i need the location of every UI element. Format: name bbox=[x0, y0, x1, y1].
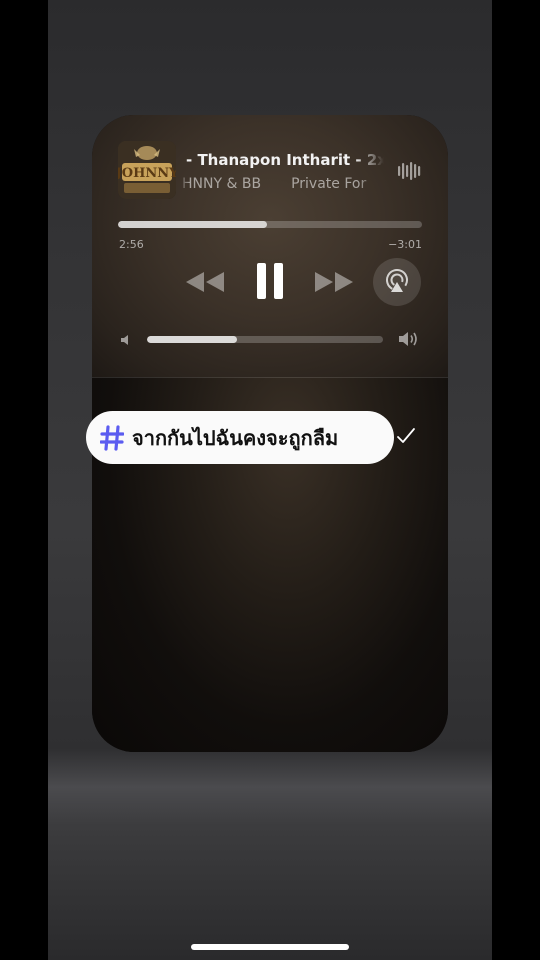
remaining-time: −3:01 bbox=[388, 238, 422, 251]
volume-slider[interactable] bbox=[147, 336, 383, 343]
speaker-low-icon bbox=[121, 335, 128, 345]
track-artist: HNNY & BB bbox=[182, 176, 262, 192]
home-indicator[interactable] bbox=[191, 944, 349, 950]
pause-button[interactable] bbox=[252, 261, 288, 301]
volume-level-fill bbox=[147, 336, 237, 343]
album-artwork-graphic: JOHNNY bbox=[118, 141, 176, 199]
caption-text: จากกันไปฉันคงจะถูกลืม bbox=[132, 425, 339, 450]
elapsed-time: 2:56 bbox=[119, 238, 144, 251]
hashtag-icon bbox=[100, 424, 124, 451]
checkmark-icon bbox=[397, 428, 415, 443]
speaker-high-icon bbox=[399, 332, 417, 346]
caption-tag[interactable]: จากกันไปฉันคงจะถูกลืม bbox=[86, 411, 394, 464]
track-album: Private For bbox=[291, 176, 367, 192]
album-artwork[interactable]: JOHNNY bbox=[118, 141, 176, 199]
artwork-lettering: JOHNNY bbox=[118, 166, 176, 181]
playback-progress-fill bbox=[118, 221, 267, 228]
audio-waveform-icon bbox=[398, 162, 421, 180]
divider bbox=[92, 377, 448, 378]
rewind-button[interactable] bbox=[184, 267, 226, 297]
fast-forward-button[interactable] bbox=[313, 267, 355, 297]
left-letterbox bbox=[0, 0, 48, 960]
airplay-icon bbox=[386, 269, 408, 292]
track-subtitle: HNNY & BB Private For bbox=[178, 176, 382, 196]
rewind-icon bbox=[186, 272, 224, 292]
fast-forward-icon bbox=[315, 272, 353, 292]
right-letterbox bbox=[492, 0, 540, 960]
airplay-button[interactable] bbox=[373, 258, 421, 306]
playback-scrubber[interactable] bbox=[118, 221, 422, 228]
pause-icon bbox=[257, 263, 283, 299]
track-title: - Thanapon Intharit - 2x bbox=[186, 151, 384, 169]
